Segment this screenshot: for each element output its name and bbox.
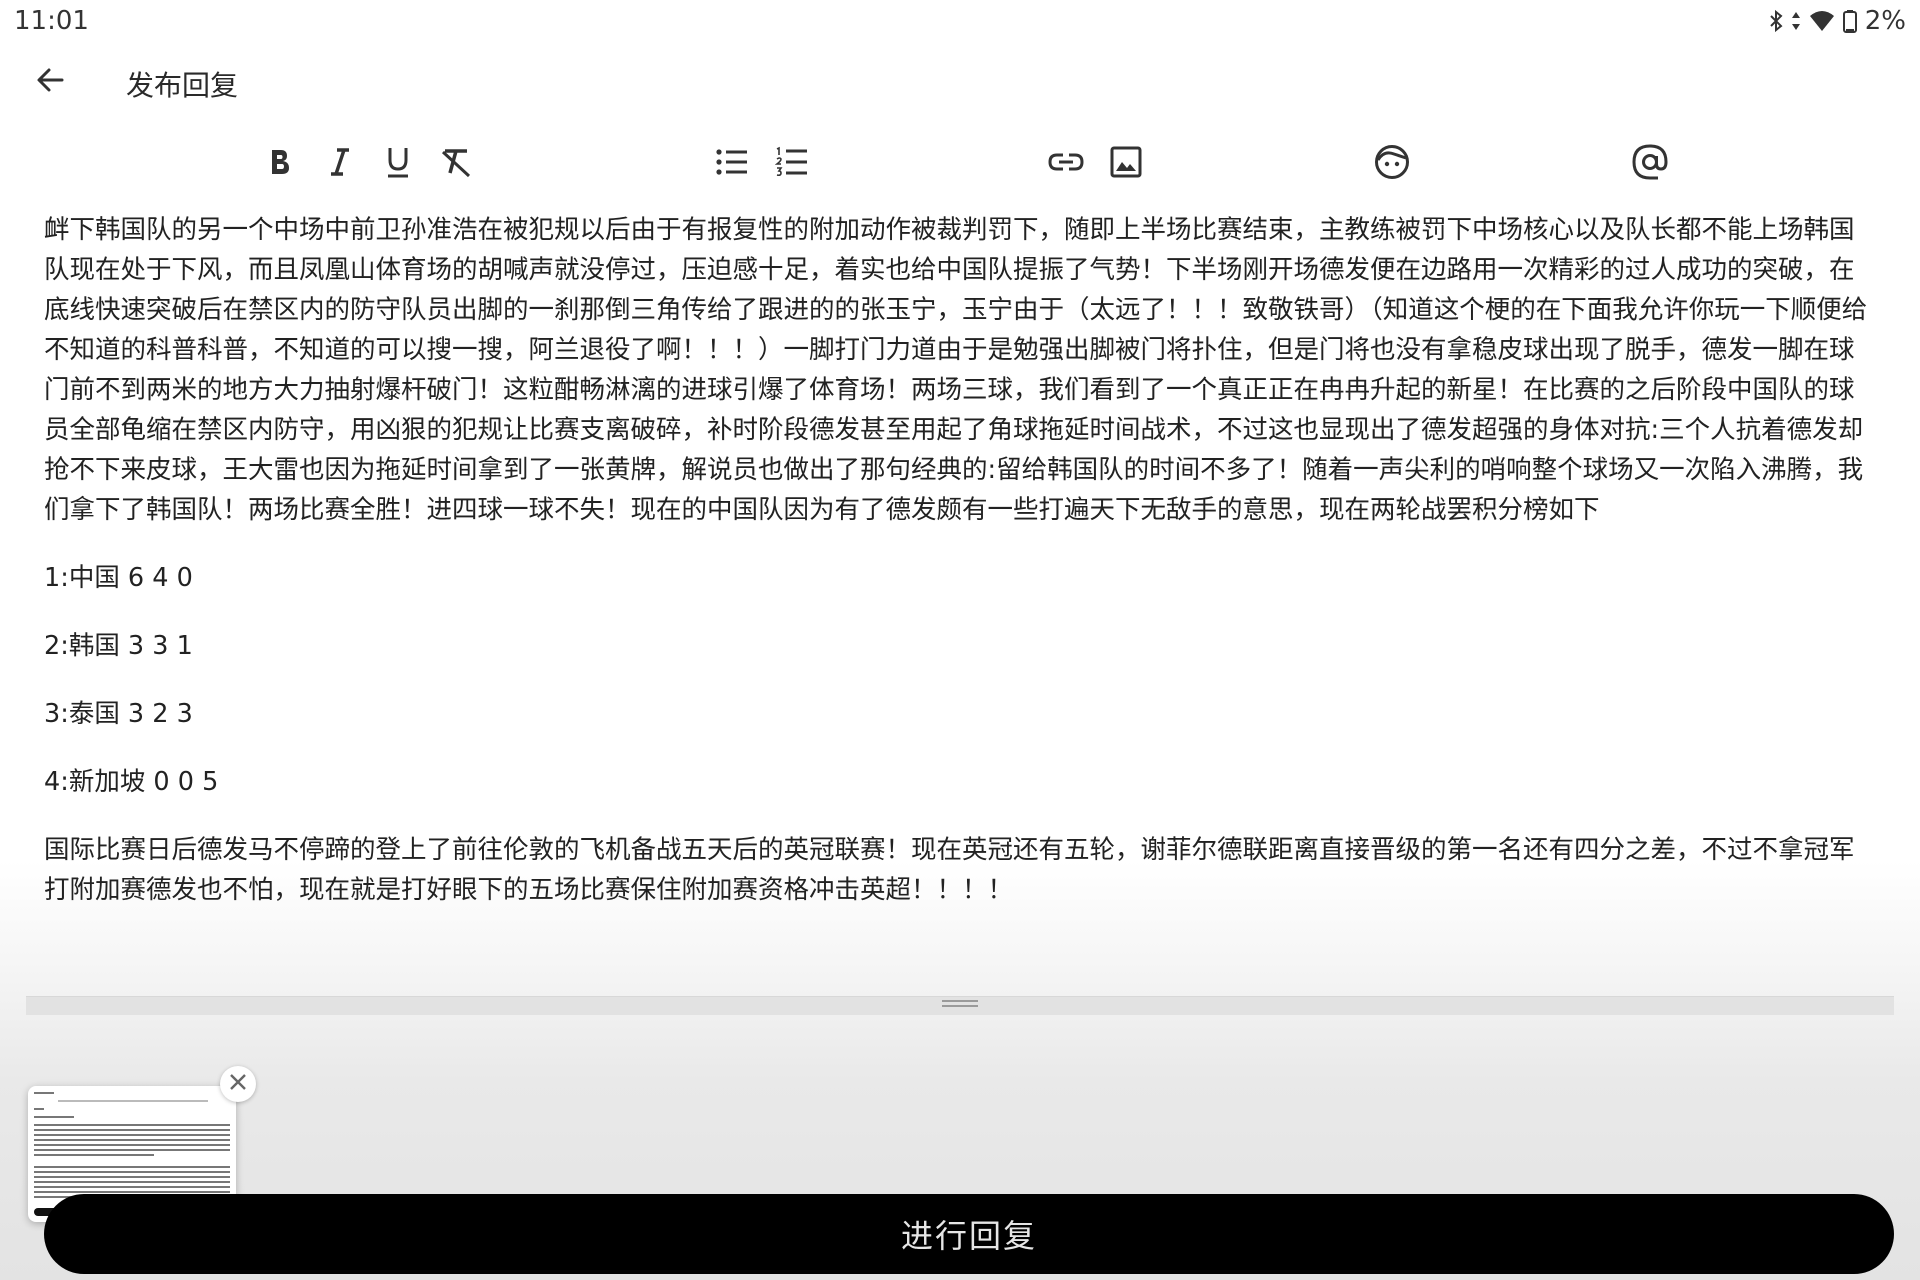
arrow-back-icon	[34, 64, 66, 100]
submit-reply-button[interactable]: 进行回复	[44, 1194, 1894, 1274]
standing-row-4: 4:新加坡 0 0 5	[44, 767, 219, 797]
page-title: 发布回复	[126, 69, 239, 102]
numbered-list-icon	[775, 146, 809, 178]
italic-icon	[328, 147, 352, 177]
battery-icon	[1842, 9, 1857, 33]
clear-format-icon	[439, 146, 473, 178]
status-bar: 11:01 2%	[0, 0, 1920, 44]
status-icons: 2%	[1769, 6, 1906, 36]
underline-button[interactable]	[374, 138, 422, 186]
battery-percent: 2%	[1864, 6, 1906, 36]
reply-editor[interactable]: 衅下韩国队的另一个中场中前卫孙准浩在被犯规以后由于有报复性的附加动作被裁判罚下，…	[44, 210, 1874, 910]
editor-paragraph-2: 国际比赛日后德发马不停蹄的登上了前往伦敦的飞机备战五天后的英冠联赛！现在英冠还有…	[44, 835, 1855, 905]
formatting-toolbar	[0, 138, 1920, 190]
back-button[interactable]	[26, 58, 74, 106]
reply-editor-screen: 11:01 2% 发布回复 衅下韩国队的另一个中场中前卫孙准浩在被犯规以后由于有…	[0, 0, 1920, 1280]
data-arrows-icon	[1791, 9, 1801, 33]
app-bar: 发布回复	[0, 50, 1920, 114]
emoji-button[interactable]	[1368, 138, 1416, 186]
italic-button[interactable]	[316, 138, 364, 186]
bluetooth-icon	[1769, 9, 1783, 33]
bullet-list-icon	[715, 147, 749, 177]
link-icon	[1048, 152, 1084, 172]
bullet-list-button[interactable]	[708, 138, 756, 186]
bold-button[interactable]	[256, 138, 304, 186]
standing-row-2: 2:韩国 3 3 1	[44, 631, 193, 661]
standing-row-3: 3:泰国 3 2 3	[44, 699, 193, 729]
underline-icon	[384, 145, 412, 179]
thumbnail-close-button[interactable]	[220, 1066, 256, 1102]
editor-paragraph-1: 衅下韩国队的另一个中场中前卫孙准浩在被犯规以后由于有报复性的附加动作被裁判罚下，…	[44, 215, 1868, 525]
clear-format-button[interactable]	[432, 138, 480, 186]
close-icon	[229, 1073, 247, 1095]
image-button[interactable]	[1102, 138, 1150, 186]
numbered-list-button[interactable]	[768, 138, 816, 186]
standing-row-1: 1:中国 6 4 0	[44, 563, 193, 593]
link-button[interactable]	[1042, 138, 1090, 186]
at-icon	[1631, 143, 1669, 181]
image-icon	[1110, 146, 1142, 178]
status-time: 11:01	[14, 6, 89, 36]
drag-handle-icon[interactable]	[942, 1000, 978, 1010]
mention-button[interactable]	[1626, 138, 1674, 186]
bold-icon	[267, 147, 293, 177]
wifi-icon	[1809, 10, 1835, 32]
emoji-icon	[1374, 144, 1410, 180]
